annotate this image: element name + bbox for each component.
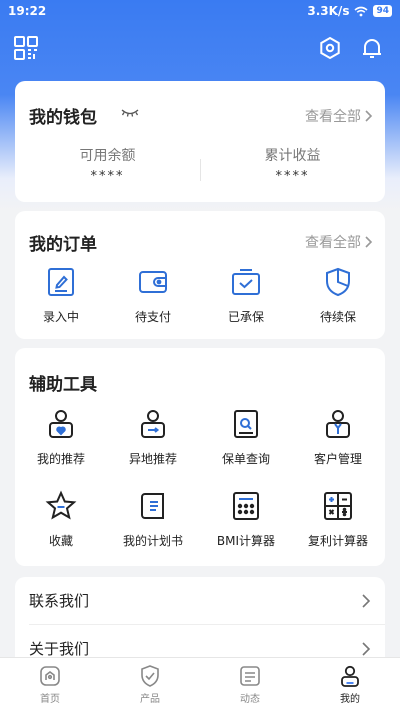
tool-my-plans[interactable]: 我的计划书 [107, 490, 199, 549]
tool-compound-calculator[interactable]: 复利计算器 [292, 490, 384, 549]
math-calculator-icon [324, 492, 352, 520]
chevron-right-icon [362, 593, 371, 608]
earnings-label: 累计收益 [264, 148, 321, 164]
tab-label: 动态 [240, 694, 260, 705]
order-status-pending-payment[interactable]: 待支付 [107, 266, 199, 325]
earnings-value: **** [275, 169, 310, 184]
order-status-label: 待支付 [134, 310, 171, 324]
user-arrow-icon [141, 410, 165, 438]
wallet-view-all-label: 查看全部 [305, 109, 361, 125]
tool-policy-search[interactable]: 保单查询 [200, 408, 292, 467]
bottom-tab-bar: 首页 产品 动态 我的 [0, 657, 400, 711]
star-icon [45, 490, 77, 520]
links-card: 联系我们 关于我们 [15, 577, 385, 667]
user-icon [341, 665, 359, 687]
tab-news[interactable]: 动态 [200, 664, 300, 705]
chevron-right-icon [362, 641, 371, 656]
balance-value: **** [90, 169, 125, 184]
tab-label: 我的 [340, 694, 360, 705]
tool-label: 我的推荐 [36, 452, 85, 466]
edit-document-icon [48, 268, 74, 296]
wallet-card: 我的钱包 查看全部 可用余额 **** 累计收益 **** [15, 81, 385, 202]
tool-label: 复利计算器 [307, 534, 368, 548]
contact-us-row[interactable]: 联系我们 [15, 577, 385, 624]
qr-scan-icon[interactable] [12, 34, 40, 62]
shield-check-icon [141, 665, 159, 687]
status-indicators: 3.3K/s 94 [307, 4, 392, 18]
tab-home[interactable]: 首页 [0, 664, 100, 705]
calculator-icon [233, 492, 259, 520]
tool-favorites[interactable]: 收藏 [15, 490, 107, 549]
tab-label: 产品 [140, 694, 160, 705]
orders-view-all-link[interactable]: 查看全部 [305, 232, 373, 252]
tool-label: 我的计划书 [122, 534, 183, 548]
network-speed: 3.3K/s [307, 4, 350, 18]
status-time: 19:22 [8, 4, 47, 18]
tool-label: 保单查询 [221, 452, 270, 466]
orders-card: 我的订单 查看全部 录入中 待支付 已承保 待续保 [15, 211, 385, 339]
tools-title: 辅助工具 [29, 375, 97, 395]
tool-remote-recommend[interactable]: 异地推荐 [107, 408, 199, 467]
total-earnings[interactable]: 累计收益 **** [200, 145, 385, 184]
wallet-title: 我的钱包 [29, 108, 97, 128]
book-icon [141, 493, 164, 519]
tool-label: 异地推荐 [128, 452, 177, 466]
tab-label: 首页 [40, 694, 60, 705]
wallet-view-all-link[interactable]: 查看全部 [305, 106, 373, 126]
document-search-icon [234, 410, 258, 438]
shield-icon [326, 267, 350, 297]
user-heart-icon [49, 410, 73, 438]
battery-icon: 94 [373, 5, 392, 17]
order-status-label: 录入中 [42, 310, 79, 324]
user-tie-icon [326, 410, 350, 438]
balance-label: 可用余额 [79, 148, 136, 164]
order-status-label: 待续保 [319, 310, 356, 324]
news-icon [240, 666, 260, 686]
tool-label: BMI计算器 [216, 534, 276, 548]
about-us-label: 关于我们 [29, 640, 90, 658]
order-status-entering[interactable]: 录入中 [15, 266, 107, 325]
tool-customer-management[interactable]: 客户管理 [292, 408, 384, 467]
tab-mine[interactable]: 我的 [300, 664, 400, 705]
inbox-check-icon [232, 269, 260, 295]
tool-label: 收藏 [48, 534, 73, 548]
home-icon [40, 666, 60, 686]
wifi-icon [354, 6, 368, 16]
chevron-right-icon [365, 236, 373, 248]
contact-us-label: 联系我们 [29, 592, 90, 610]
bell-icon[interactable] [358, 34, 386, 62]
settings-icon[interactable] [316, 34, 344, 62]
order-status-insured[interactable]: 已承保 [200, 266, 292, 325]
order-status-label: 已承保 [227, 310, 264, 324]
orders-view-all-label: 查看全部 [305, 235, 361, 251]
tab-products[interactable]: 产品 [100, 664, 200, 705]
status-bar: 19:22 3.3K/s 94 [0, 0, 400, 22]
tool-my-recommend[interactable]: 我的推荐 [15, 408, 107, 467]
available-balance[interactable]: 可用余额 **** [15, 145, 200, 184]
order-status-pending-renewal[interactable]: 待续保 [292, 266, 384, 325]
orders-title: 我的订单 [29, 235, 97, 255]
eye-closed-icon[interactable] [120, 107, 140, 119]
wallet-icon [139, 271, 167, 293]
tool-bmi-calculator[interactable]: BMI计算器 [200, 490, 292, 549]
tool-label: 客户管理 [313, 452, 362, 466]
tools-card: 辅助工具 我的推荐 异地推荐 保单查询 客户管理 收藏 我的计划书 BMI计算器… [15, 348, 385, 566]
chevron-right-icon [365, 110, 373, 122]
